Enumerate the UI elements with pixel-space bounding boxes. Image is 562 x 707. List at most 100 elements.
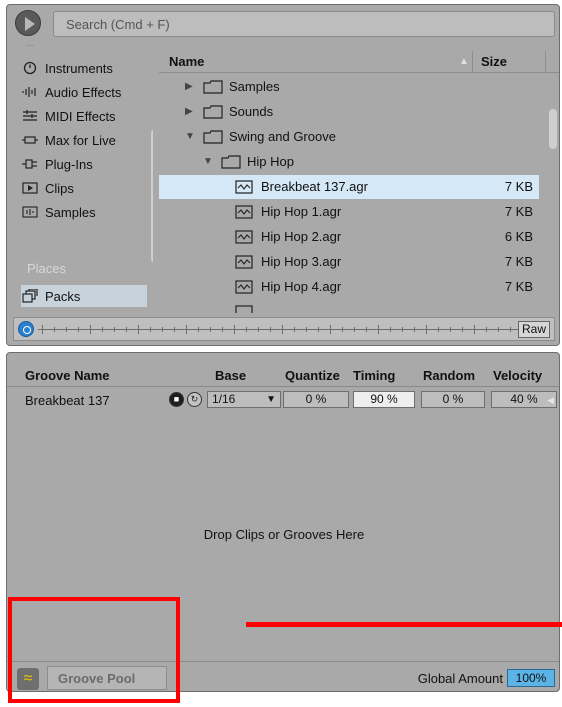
preview-tick bbox=[330, 325, 331, 334]
column-header-size[interactable]: Size bbox=[481, 54, 507, 69]
random-field[interactable]: 0 % bbox=[421, 391, 485, 408]
expand-arrow-icon[interactable]: ▶ bbox=[185, 81, 193, 92]
preview-tick bbox=[66, 327, 67, 332]
list-item-folder[interactable]: ▶ Samples bbox=[159, 75, 539, 99]
preview-toggle-button[interactable] bbox=[18, 321, 34, 337]
quantize-field[interactable]: 0 % bbox=[283, 391, 349, 408]
sidebar-item-clips[interactable]: Clips bbox=[21, 177, 147, 199]
list-item-label: Hip Hop 2.agr bbox=[261, 229, 342, 244]
velocity-field[interactable]: 40 % ◀ bbox=[491, 391, 557, 408]
column-header-random: Random bbox=[423, 368, 475, 383]
browser-panel: Search (Cmd + F) ▭ Instruments Audio Eff… bbox=[6, 4, 560, 346]
list-item-folder[interactable]: ▶ Sounds bbox=[159, 100, 539, 124]
preview-tick bbox=[474, 325, 475, 334]
list-item-groove[interactable]: Hip Hop 1.agr 7 KB bbox=[159, 200, 539, 224]
list-item-label: Breakbeat 137.agr bbox=[261, 179, 368, 194]
column-header-quantize: Quantize bbox=[285, 368, 340, 383]
expand-arrow-icon[interactable]: ▶ bbox=[185, 106, 193, 117]
groove-pool-toggle-icon[interactable]: ≈ bbox=[17, 668, 39, 690]
groove-row[interactable]: Breakbeat 137 ■ ↻ 1/16 ▼ 0 % 90 % 0 % 40… bbox=[7, 389, 559, 411]
preview-tick bbox=[174, 327, 175, 332]
list-item-folder[interactable]: ▼ Swing and Groove bbox=[159, 125, 539, 149]
groove-pool-panel: Groove Name Base Quantize Timing Random … bbox=[6, 352, 560, 692]
list-item-size: 7 KB bbox=[504, 279, 533, 294]
preview-tick bbox=[198, 327, 199, 332]
velocity-arrow-icon: ◀ bbox=[547, 395, 554, 405]
preview-tick bbox=[282, 325, 283, 334]
preview-tick bbox=[78, 327, 79, 332]
base-select[interactable]: 1/16 ▼ bbox=[207, 391, 281, 408]
groove-file-icon bbox=[235, 305, 253, 313]
groove-file-icon bbox=[235, 280, 253, 297]
sidebar-item-label: Instruments bbox=[45, 60, 113, 76]
groove-name: Breakbeat 137 bbox=[25, 393, 110, 408]
hot-swap-button[interactable] bbox=[15, 10, 41, 36]
global-amount-label: Global Amount bbox=[417, 671, 503, 686]
preview-tick bbox=[258, 327, 259, 332]
preview-tick bbox=[126, 327, 127, 332]
list-item-groove[interactable]: Hip Hop 3.agr 7 KB bbox=[159, 250, 539, 274]
sidebar-item-audio-effects[interactable]: Audio Effects bbox=[21, 81, 147, 103]
browser-file-list: Name ▲ Size ▶ Samples ▶ Sounds ▼ Swing a… bbox=[159, 51, 559, 313]
timing-field[interactable]: 90 % bbox=[353, 391, 415, 408]
groove-table-header: Groove Name Base Quantize Timing Random … bbox=[7, 363, 559, 387]
folder-open-icon bbox=[221, 155, 241, 172]
preview-tick bbox=[54, 327, 55, 332]
sidebar-item-samples[interactable]: Samples bbox=[21, 201, 147, 223]
preview-tick bbox=[90, 325, 91, 334]
sidebar-item-plug-ins[interactable]: Plug-Ins bbox=[21, 153, 147, 175]
preview-timeline[interactable] bbox=[38, 329, 520, 330]
list-item-groove[interactable]: Hip Hop 2.agr 6 KB bbox=[159, 225, 539, 249]
list-item-label: Hip Hop 1.agr bbox=[261, 204, 342, 219]
list-item-label: Hip Hop 4.agr bbox=[261, 279, 342, 294]
list-item-size: 6 KB bbox=[504, 229, 533, 244]
list-item-size: 7 KB bbox=[504, 254, 533, 269]
midi-icon bbox=[21, 109, 39, 123]
sidebar-scrollbar[interactable] bbox=[151, 129, 153, 263]
folder-icon bbox=[203, 105, 223, 122]
preview-tick bbox=[162, 327, 163, 332]
sidebar-item-label: Samples bbox=[45, 204, 96, 220]
search-input[interactable]: Search (Cmd + F) bbox=[53, 11, 555, 37]
sidebar-item-instruments[interactable]: Instruments bbox=[21, 57, 147, 79]
groove-pool-footer: ≈ Groove Pool Global Amount 100% bbox=[7, 661, 559, 691]
save-icon[interactable]: ■ bbox=[169, 392, 184, 407]
preview-tick bbox=[414, 327, 415, 332]
list-header: Name ▲ Size bbox=[159, 51, 559, 73]
preview-tick bbox=[270, 327, 271, 332]
preview-tick bbox=[150, 327, 151, 332]
collapse-arrow-icon[interactable]: ▼ bbox=[203, 156, 213, 167]
list-item-groove-partial[interactable] bbox=[159, 300, 539, 313]
preview-tick bbox=[246, 327, 247, 332]
list-item-groove[interactable]: Hip Hop 4.agr 7 KB bbox=[159, 275, 539, 299]
sidebar-item-label: Audio Effects bbox=[45, 84, 122, 100]
sidebar-item-midi-effects[interactable]: MIDI Effects bbox=[21, 105, 147, 127]
folder-open-icon bbox=[203, 130, 223, 147]
list-item-folder[interactable]: ▼ Hip Hop bbox=[159, 150, 539, 174]
global-amount-field[interactable]: 100% bbox=[507, 669, 555, 687]
packs-icon bbox=[21, 289, 39, 303]
column-header-name[interactable]: Name bbox=[169, 54, 204, 69]
list-item-groove[interactable]: Breakbeat 137.agr 7 KB bbox=[159, 175, 539, 199]
commit-icon[interactable]: ↻ bbox=[187, 392, 202, 407]
preview-tick bbox=[102, 327, 103, 332]
sidebar-item-packs[interactable]: Packs bbox=[21, 285, 147, 307]
preview-tick bbox=[318, 327, 319, 332]
list-item-label: Sounds bbox=[229, 104, 274, 119]
raw-button[interactable]: Raw bbox=[518, 321, 550, 338]
sidebar-item-label: MIDI Effects bbox=[45, 108, 116, 124]
file-list-scrollbar[interactable] bbox=[549, 109, 557, 149]
preview-tick bbox=[402, 327, 403, 332]
sample-icon bbox=[21, 205, 39, 219]
preview-tick bbox=[234, 325, 235, 334]
preview-tick bbox=[354, 327, 355, 332]
sidebar-item-max-for-live[interactable]: Max for Live bbox=[21, 129, 147, 151]
sort-ascending-icon[interactable]: ▲ bbox=[459, 56, 469, 67]
collapse-arrow-icon[interactable]: ▼ bbox=[185, 131, 195, 142]
preview-tick bbox=[138, 325, 139, 334]
sidebar-item-drums[interactable]: ▭ bbox=[21, 45, 147, 49]
list-item-size: 7 KB bbox=[504, 204, 533, 219]
list-item-label: Swing and Groove bbox=[229, 129, 336, 144]
preview-tick bbox=[462, 327, 463, 332]
groove-file-icon bbox=[235, 180, 253, 197]
